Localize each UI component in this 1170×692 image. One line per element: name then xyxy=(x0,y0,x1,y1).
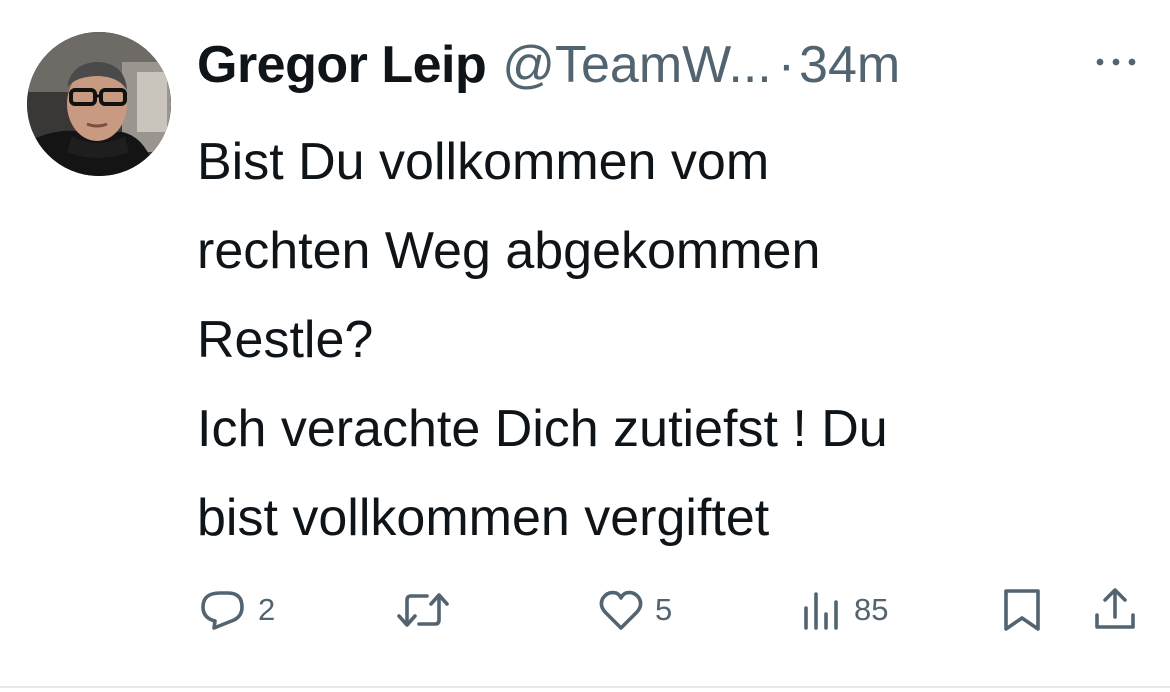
author-display-name[interactable]: Gregor Leip xyxy=(197,30,487,100)
reply-button[interactable]: 2 xyxy=(198,582,275,638)
views-chart-icon xyxy=(804,592,838,630)
heart-icon xyxy=(599,590,643,630)
tweet[interactable]: Gregor Leip @TeamW... · 34m Bist Du voll… xyxy=(0,0,1170,692)
bookmark-icon xyxy=(1004,589,1040,631)
retweet-button[interactable] xyxy=(395,582,461,638)
tweet-text: Bist Du vollkommen vom rechten Weg abgek… xyxy=(197,118,1137,563)
tweet-text-line: bist vollkommen vergiftet xyxy=(197,489,770,547)
views-button[interactable]: 85 xyxy=(800,582,888,638)
avatar-photo xyxy=(27,32,171,176)
tweet-timestamp[interactable]: 34m xyxy=(799,30,900,100)
tweet-header: Gregor Leip @TeamW... · 34m xyxy=(197,30,1077,100)
reply-count: 2 xyxy=(258,592,276,627)
tweet-text-line: Bist Du vollkommen vom xyxy=(197,133,770,191)
share-button[interactable] xyxy=(1090,582,1140,638)
views-count: 85 xyxy=(854,592,889,627)
divider xyxy=(0,686,1170,688)
more-horizontal-icon[interactable] xyxy=(1094,52,1138,72)
retweet-icon xyxy=(397,593,449,627)
tweet-text-line: rechten Weg abgekommen xyxy=(197,222,821,280)
share-icon xyxy=(1095,588,1135,629)
like-button[interactable]: 5 xyxy=(597,582,672,638)
like-count: 5 xyxy=(655,592,673,627)
bookmark-button[interactable] xyxy=(1000,582,1044,638)
tweet-actions: 2 5 85 xyxy=(0,582,1170,638)
author-handle[interactable]: @TeamW... xyxy=(502,30,772,100)
avatar[interactable] xyxy=(27,32,171,176)
tweet-text-line: Ich verachte Dich zutiefst ! Du xyxy=(197,400,888,458)
header-separator: · xyxy=(777,36,796,94)
reply-icon xyxy=(201,591,244,630)
tweet-text-line: Restle? xyxy=(197,311,374,369)
